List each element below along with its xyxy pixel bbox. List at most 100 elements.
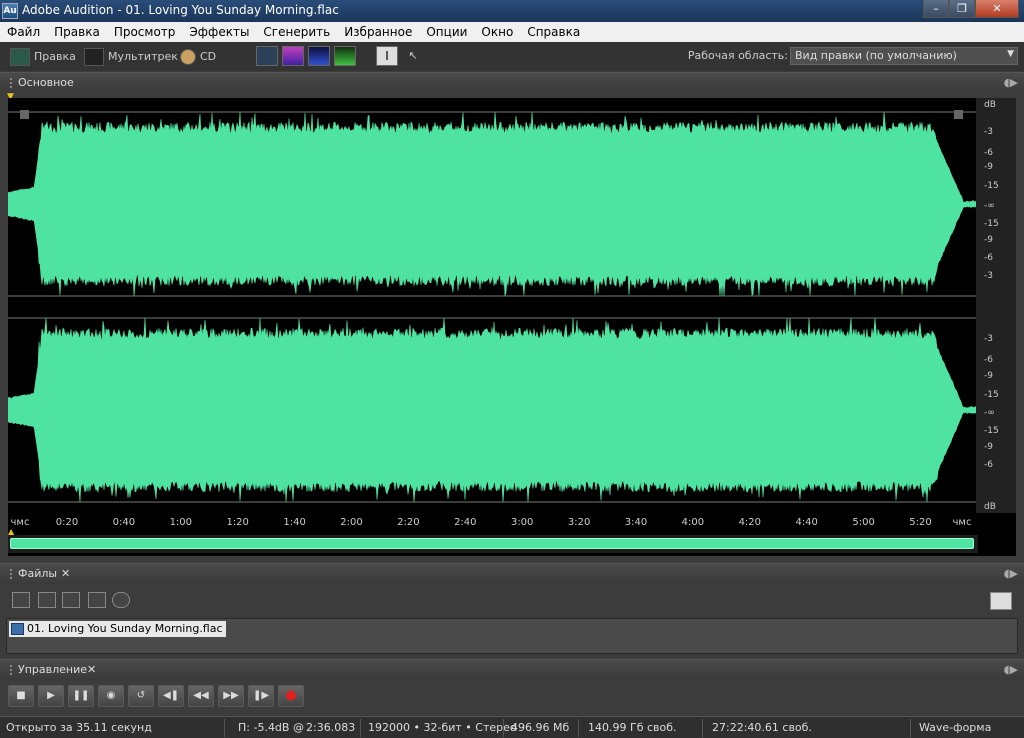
waveform-edit-icon: [10, 48, 30, 66]
status-disk-free: 140.99 Гб своб.: [588, 721, 677, 734]
cd-view-label: CD: [200, 50, 217, 63]
menu-options[interactable]: Опции: [419, 22, 474, 42]
db-tick-label: -15: [984, 181, 999, 191]
files-toolbar: [0, 584, 1024, 618]
fade-out-handle[interactable]: [954, 110, 963, 119]
status-opened-time: Открыто за 35.11 секунд: [6, 721, 152, 734]
audio-file-icon: [11, 623, 24, 635]
play-button[interactable]: ▶: [38, 685, 64, 707]
go-to-end-button[interactable]: ❚▶: [248, 685, 274, 707]
status-position: 2:36.083: [306, 721, 356, 734]
edit-view-button[interactable]: Правка: [10, 46, 76, 67]
timeline-tick-label: 4:00: [681, 517, 705, 528]
close-icon[interactable]: ✕: [61, 567, 70, 580]
status-time-free: 27:22:40.61 своб.: [712, 721, 812, 734]
timeline-tick-label: 5:20: [909, 517, 932, 528]
waveform-canvas[interactable]: [8, 98, 976, 513]
db-scale: dB -3 -6 -9 -15 -∞ -15 -9 -6 -3 -3 -6 -9 -15 -∞ -15 -9 -6…: [976, 98, 1016, 516]
edit-file-icon[interactable]: [88, 592, 106, 608]
close-icon[interactable]: ✕: [87, 663, 96, 676]
db-tick-label: -9: [984, 371, 993, 381]
transport-panel-header: Управление ✕ ◖▶: [0, 659, 1024, 680]
horizontal-scrollbar[interactable]: [8, 535, 978, 553]
fade-in-handle[interactable]: [20, 110, 29, 119]
db-unit-label: dB: [984, 502, 996, 512]
multitrack-view-button[interactable]: Мультитрек: [84, 46, 178, 67]
marquee-tool[interactable]: ↖: [402, 46, 424, 66]
import-cd-icon[interactable]: [112, 592, 130, 608]
tab-files[interactable]: Файлы: [18, 567, 57, 580]
close-button[interactable]: ✕: [975, 0, 1019, 18]
right-channel-waveform[interactable]: [8, 317, 976, 503]
db-unit-label: dB: [984, 100, 996, 110]
db-tick-label: -6: [984, 460, 993, 470]
waveform-editor[interactable]: dB -3 -6 -9 -15 -∞ -15 -9 -6 -3 -3 -6 -9 -15 -∞ -15 -9 -6…: [8, 98, 1016, 556]
db-tick-label: -6: [984, 148, 993, 158]
phase-display-button[interactable]: [334, 46, 356, 66]
list-item[interactable]: 01. Loving You Sunday Morning.flac: [9, 621, 226, 637]
timeline-tick-label: 2:40: [454, 517, 477, 528]
status-divider: [224, 719, 225, 737]
cd-icon: [180, 49, 196, 65]
left-channel-waveform[interactable]: [8, 111, 976, 297]
status-file-size: 496.96 Мб: [511, 721, 570, 734]
title-bar: Au Adobe Audition - 01. Loving You Sunda…: [0, 0, 1024, 22]
panel-grip-icon[interactable]: [10, 569, 15, 579]
status-divider: [503, 719, 504, 737]
timeline-tick-label: 4:20: [738, 517, 762, 528]
files-list[interactable]: 01. Loving You Sunday Morning.flac: [6, 618, 1018, 654]
tab-main[interactable]: Основное: [18, 76, 74, 89]
status-divider: [702, 719, 703, 737]
stop-button[interactable]: ■: [8, 685, 34, 707]
insert-into-multitrack-icon[interactable]: [62, 592, 80, 608]
db-tick-label: -15: [984, 426, 999, 436]
timeline-tick-label: 4:40: [795, 517, 818, 528]
file-name: 01. Loving You Sunday Morning.flac: [27, 622, 223, 635]
panel-grip-icon[interactable]: [10, 78, 15, 88]
cd-view-button[interactable]: CD: [180, 46, 216, 67]
timeline-tick-label: 1:00: [169, 517, 193, 528]
show-options-icon[interactable]: [990, 592, 1012, 610]
menu-edit[interactable]: Правка: [47, 22, 107, 42]
timeline-tick-label: 5:00: [852, 517, 875, 528]
rewind-button[interactable]: ◀◀: [188, 685, 214, 707]
menu-favorites[interactable]: Избранное: [337, 22, 419, 42]
menu-effects[interactable]: Эффекты: [182, 22, 256, 42]
workspace-select[interactable]: Вид правки (по умолчанию) ▼: [790, 47, 1018, 65]
menu-view[interactable]: Просмотр: [107, 22, 183, 42]
tab-transport[interactable]: Управление: [18, 663, 87, 676]
cursor-marker-icon: ▲: [8, 527, 15, 536]
timeline-ruler[interactable]: чмс 0:20 0:40 1:00 1:20 1:40 2:00 2:20 2:40 3:00 3…: [8, 513, 1016, 533]
spectral-display-button[interactable]: [282, 46, 304, 66]
play-from-cursor-button[interactable]: ◉: [98, 685, 124, 707]
panel-menu-icon[interactable]: ◖▶: [1004, 567, 1018, 580]
scroll-thumb[interactable]: [10, 538, 974, 549]
open-file-icon[interactable]: [12, 592, 30, 608]
menu-help[interactable]: Справка: [520, 22, 587, 42]
menu-generate[interactable]: Сгенерить: [256, 22, 337, 42]
status-format: 192000 • 32-бит • Стерео: [368, 721, 517, 734]
go-to-start-button[interactable]: ◀❚: [158, 685, 184, 707]
waveform-display-button[interactable]: [256, 46, 278, 66]
fast-forward-button[interactable]: ▶▶: [218, 685, 244, 707]
files-panel-header: Файлы ✕ ◖▶: [0, 563, 1024, 584]
pause-button[interactable]: ❚❚: [68, 685, 94, 707]
status-divider: [578, 719, 579, 737]
panel-menu-icon[interactable]: ◖▶: [1004, 663, 1018, 676]
spectral-pitch-button[interactable]: [308, 46, 330, 66]
timeline-tick-label: 0:40: [112, 517, 136, 528]
panel-grip-icon[interactable]: [10, 665, 15, 675]
panel-menu-icon[interactable]: ◖▶: [1004, 76, 1018, 89]
close-file-icon[interactable]: [38, 592, 56, 608]
menu-file[interactable]: Файл: [0, 22, 47, 42]
record-button[interactable]: ●: [278, 685, 304, 707]
timeline-tick-label: 0:20: [55, 517, 79, 528]
minimize-button[interactable]: –: [923, 0, 949, 18]
time-selection-tool[interactable]: I: [376, 46, 398, 66]
workspace-value: Вид правки (по умолчанию): [795, 49, 957, 62]
loop-button[interactable]: ↺: [128, 685, 154, 707]
maximize-button[interactable]: ❐: [949, 0, 975, 18]
timeline-end-label: чмс: [952, 517, 972, 528]
db-tick-label: -9: [984, 235, 993, 245]
menu-window[interactable]: Окно: [474, 22, 520, 42]
